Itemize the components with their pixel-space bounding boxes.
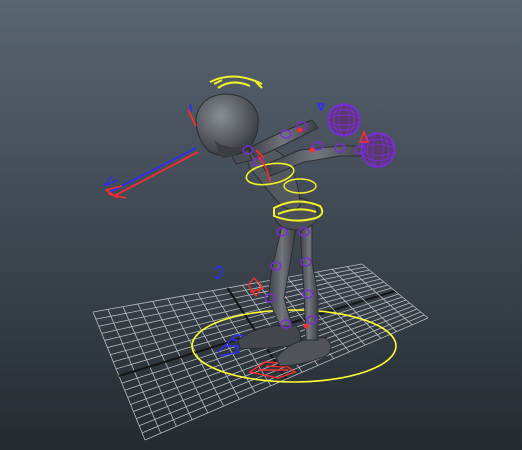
viewport-background bbox=[0, 0, 522, 450]
joint-highlight bbox=[297, 127, 303, 133]
left-hand-control[interactable] bbox=[327, 103, 361, 137]
maya-viewport[interactable] bbox=[0, 0, 522, 450]
viewport-scene[interactable] bbox=[0, 0, 522, 450]
joint-highlight bbox=[303, 323, 309, 329]
joint-highlight bbox=[309, 147, 315, 153]
